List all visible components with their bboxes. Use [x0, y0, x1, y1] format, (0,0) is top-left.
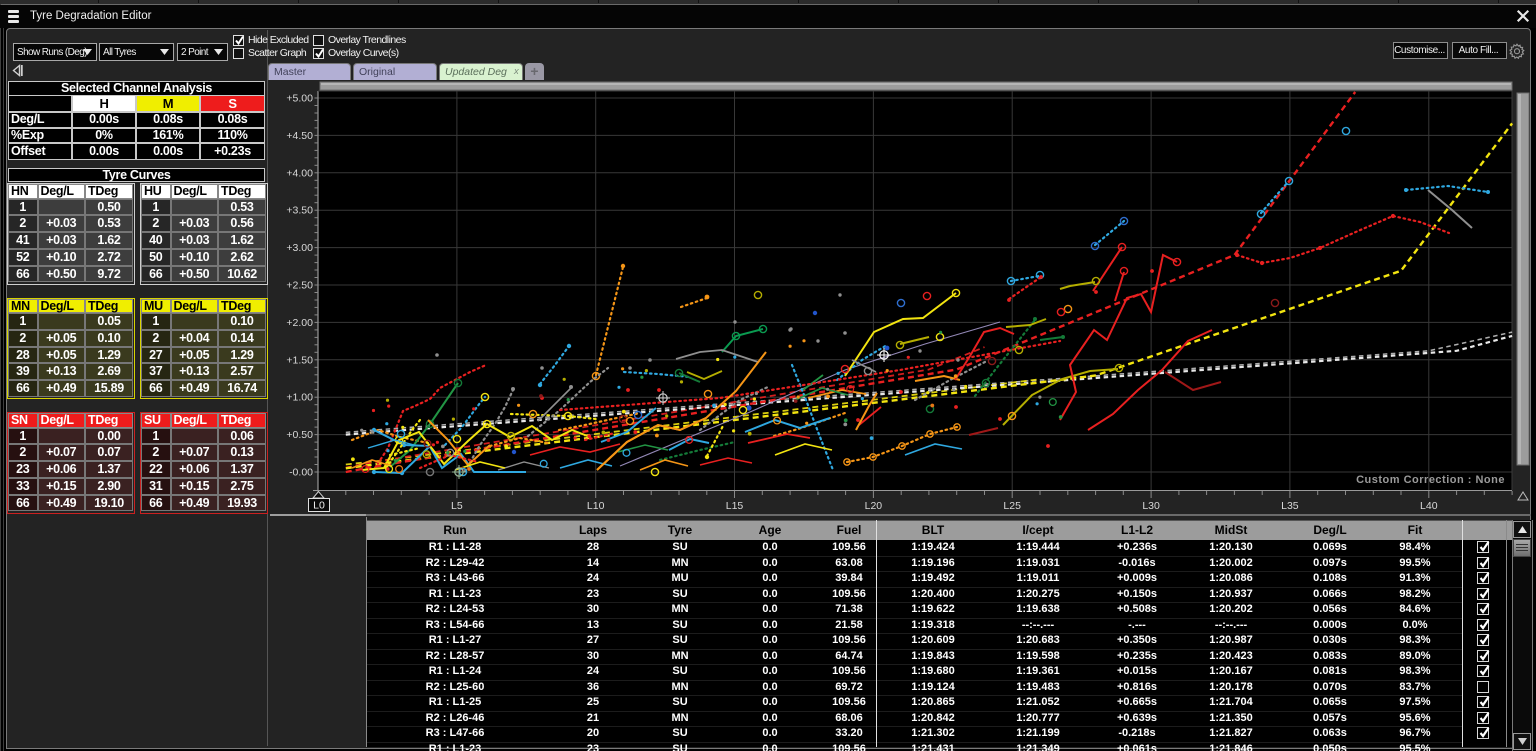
- svg-text:-0.00: -0.00: [289, 467, 313, 479]
- svg-text:L20: L20: [865, 500, 883, 512]
- svg-text:L40: L40: [1420, 500, 1438, 512]
- svg-text:+3.50: +3.50: [286, 205, 313, 217]
- svg-text:+1.50: +1.50: [286, 354, 313, 366]
- svg-text:+3.00: +3.00: [286, 242, 313, 254]
- svg-text:Custom Correction : None: Custom Correction : None: [1356, 474, 1505, 486]
- svg-text:L30: L30: [1142, 500, 1160, 512]
- svg-text:+4.00: +4.00: [286, 167, 313, 179]
- svg-text:+4.50: +4.50: [286, 130, 313, 142]
- svg-text:L0: L0: [313, 500, 325, 512]
- svg-text:L5: L5: [451, 500, 463, 512]
- svg-text:L25: L25: [1003, 500, 1021, 512]
- svg-text:+2.50: +2.50: [286, 280, 313, 292]
- svg-text:L10: L10: [587, 500, 605, 512]
- svg-text:+0.50: +0.50: [286, 429, 313, 441]
- svg-text:+2.00: +2.00: [286, 317, 313, 329]
- svg-text:L15: L15: [726, 500, 744, 512]
- svg-text:+5.00: +5.00: [286, 93, 313, 105]
- svg-text:+1.00: +1.00: [286, 392, 313, 404]
- svg-text:L35: L35: [1281, 500, 1299, 512]
